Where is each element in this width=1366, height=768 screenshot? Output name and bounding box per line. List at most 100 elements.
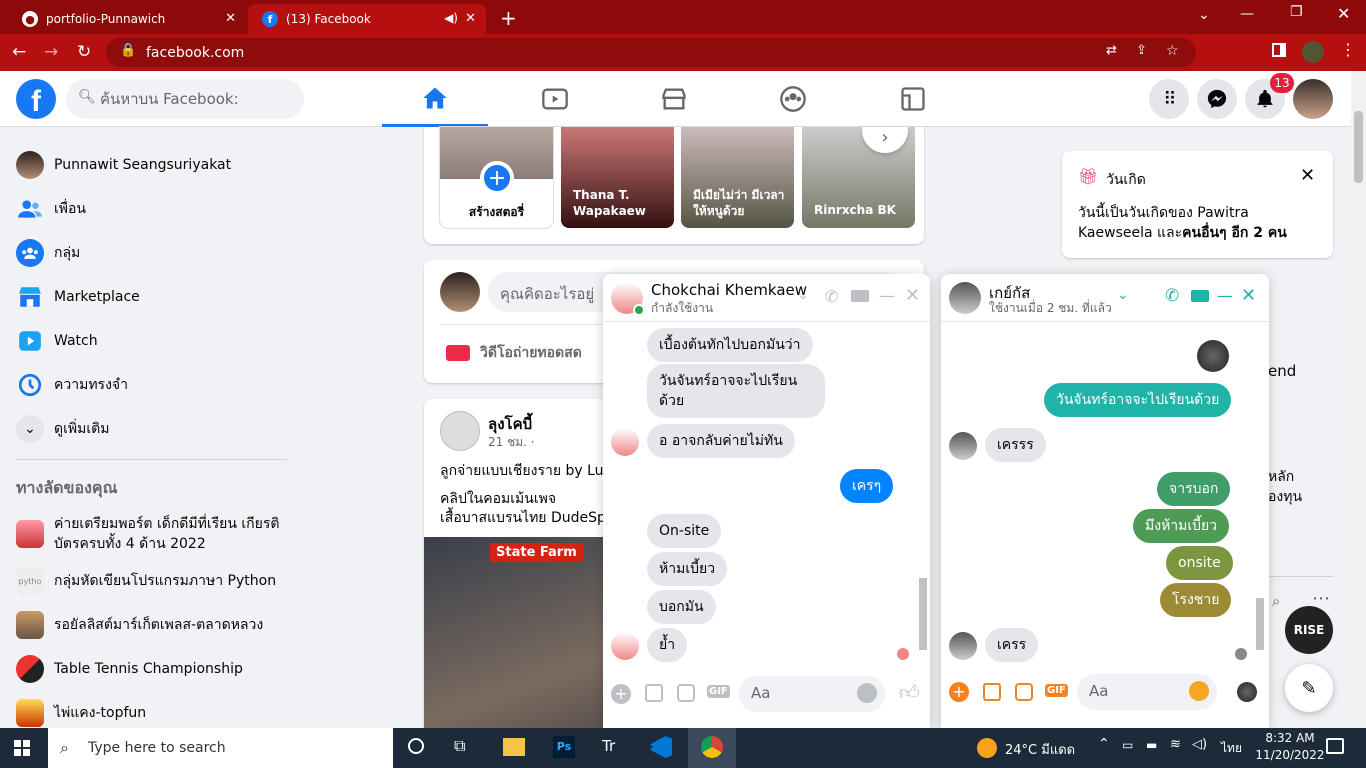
chevron-down-icon[interactable]: ⌄	[1117, 287, 1129, 303]
profile-avatar[interactable]	[1302, 41, 1324, 63]
nav-gaming[interactable]	[860, 71, 966, 127]
page-scrollbar[interactable]	[1351, 71, 1366, 732]
message-bubble[interactable]: วันจันทร์อาจจะไปเรียนด้วย	[1044, 383, 1232, 417]
new-message-button[interactable]: ✎	[1285, 664, 1333, 712]
message-bubble[interactable]: จารบอก	[1157, 472, 1231, 506]
close-icon[interactable]: ✕	[465, 11, 476, 26]
chat-header[interactable]: เกย์กัส ใช้งานเมื่อ 2 ชม. ที่แล้ว ⌄ ✆ — …	[941, 274, 1269, 322]
scrollbar-thumb[interactable]	[1354, 111, 1363, 183]
photo-icon[interactable]	[645, 684, 663, 702]
minimize-button[interactable]: —	[1240, 6, 1254, 22]
chevron-down-icon[interactable]: ⌄	[1198, 7, 1210, 23]
create-story-card[interactable]: + สร้างสตอรี่	[440, 127, 553, 228]
message-bubble[interactable]: onsite	[1166, 546, 1233, 580]
network-icon[interactable]: ▭	[1122, 738, 1133, 752]
message-bubble[interactable]: วันจันทร์อาจจะไปเรียนด้วย	[647, 364, 825, 418]
message-bubble[interactable]: โรงชาย	[1160, 583, 1232, 617]
side-panel-icon[interactable]	[1272, 43, 1286, 57]
back-icon[interactable]: ←	[12, 42, 26, 62]
messenger-button[interactable]	[1197, 79, 1237, 119]
birthday-text[interactable]: วันนี้เป็นวันเกิดของ Pawitra Kaewseela แ…	[1078, 203, 1324, 243]
close-window-button[interactable]: ✕	[1337, 4, 1350, 23]
video-call-icon[interactable]	[851, 290, 869, 302]
chevron-down-icon[interactable]: ⌄	[797, 287, 809, 303]
facebook-logo[interactable]: f	[16, 79, 56, 119]
shortcut-item[interactable]: pytho กลุ่มหัดเขียนโปรแกรมภาษา Python	[16, 561, 276, 601]
close-icon[interactable]: ✕	[1241, 285, 1256, 306]
shortcut-item[interactable]: Table Tennis Championship	[16, 649, 243, 689]
volume-icon[interactable]: ◁)	[1192, 737, 1207, 752]
reload-icon[interactable]: ↻	[77, 42, 91, 62]
video-call-icon[interactable]	[1191, 290, 1209, 302]
message-input[interactable]: Aa	[1077, 674, 1217, 710]
file-explorer-icon[interactable]	[503, 738, 525, 756]
shortcut-item[interactable]: รอยัลลิสต์มาร์เก็ตเพลส-ตลาดหลวง	[16, 605, 263, 645]
author-avatar[interactable]	[440, 411, 480, 451]
photo-icon[interactable]	[983, 683, 1001, 701]
typora-icon[interactable]: Tr	[602, 737, 615, 755]
scrollbar-thumb[interactable]	[1256, 598, 1264, 650]
message-input[interactable]: Aa	[739, 676, 885, 712]
notification-center-icon[interactable]	[1326, 738, 1344, 754]
star-icon[interactable]: ☆	[1166, 43, 1179, 59]
sticker-icon[interactable]	[677, 684, 695, 702]
clock-time[interactable]: 8:32 AM	[1260, 731, 1320, 745]
wifi-icon[interactable]: ≋	[1170, 737, 1181, 752]
task-view-icon[interactable]: ⧉	[454, 736, 465, 756]
sidebar-item-groups[interactable]: กลุ่ม	[16, 233, 80, 273]
nav-watch[interactable]	[502, 71, 608, 127]
plus-icon[interactable]: +	[949, 682, 969, 702]
message-bubble[interactable]: มึงห้ามเบี้ยว	[1133, 509, 1230, 543]
shortcut-item[interactable]: ไพ่แคง-topfun	[16, 693, 146, 733]
minimize-icon[interactable]: —	[1217, 286, 1233, 305]
menu-button[interactable]: ⠿	[1149, 79, 1189, 119]
emoji-icon[interactable]	[857, 683, 877, 703]
photoshop-icon[interactable]: Ps	[553, 736, 575, 758]
gif-icon[interactable]: GIF	[707, 685, 730, 698]
message-bubble[interactable]: บอกมัน	[647, 590, 716, 624]
chevron-up-icon[interactable]: ⌃	[1098, 736, 1110, 752]
message-bubble[interactable]: เบื้องต้นทักไปบอกมันว่า	[647, 328, 813, 362]
speaker-icon[interactable]: ◀)	[444, 11, 458, 25]
sidebar-item-see-more[interactable]: ⌄ ดูเพิ่มเติม	[16, 409, 109, 449]
share-icon[interactable]: ⇪	[1136, 43, 1147, 58]
more-menu-icon[interactable]: ⋮	[1340, 40, 1356, 59]
message-bubble[interactable]: เครรร	[985, 428, 1046, 462]
message-bubble[interactable]: ย้ำ	[647, 628, 688, 662]
clock-date[interactable]: 11/20/2022	[1254, 748, 1326, 762]
minimize-icon[interactable]: —	[879, 286, 895, 305]
shortcut-item[interactable]: ค่ายเตรียมพอร์ต เด็กดีมีที่เรียน เกียรติ…	[16, 512, 306, 556]
battery-icon[interactable]: ▬	[1146, 738, 1157, 752]
restore-button[interactable]: ❐	[1290, 4, 1303, 20]
close-icon[interactable]: ✕	[225, 11, 236, 26]
story-card[interactable]: Thana T. Wapakaew	[561, 127, 674, 228]
message-bubble[interactable]: ห้ามเบี้ยว	[647, 552, 728, 586]
url-field[interactable]: 🔒 facebook.com ☆ ⇄ ⇪	[106, 38, 1196, 67]
tab-facebook[interactable]: f (13) Facebook ◀) ✕	[248, 4, 486, 34]
nav-marketplace[interactable]	[621, 71, 727, 127]
forward-icon[interactable]: →	[44, 42, 58, 62]
gif-icon[interactable]: GIF	[1045, 684, 1068, 697]
translate-icon[interactable]: ⇄	[1106, 43, 1117, 58]
phone-icon[interactable]: ✆	[825, 287, 838, 306]
sidebar-item-marketplace[interactable]: Marketplace	[16, 277, 140, 317]
search-icon[interactable]: ⌕	[1272, 592, 1280, 610]
thumbs-up-icon[interactable]: 👍︎	[899, 680, 920, 705]
message-bubble[interactable]: อ อาจกลับค่ายไม่ทัน	[647, 424, 795, 458]
vscode-icon[interactable]	[650, 736, 672, 758]
message-bubble[interactable]: เครร	[985, 628, 1039, 662]
scrollbar-thumb[interactable]	[919, 578, 927, 650]
message-bubble[interactable]: On-site	[647, 514, 722, 548]
close-icon[interactable]: ✕	[1300, 165, 1315, 186]
sticker-icon[interactable]	[1015, 683, 1033, 701]
chat-scrollbar[interactable]	[1254, 326, 1266, 666]
story-card[interactable]: มีเมียไม่ว่า มีเวลาให้หนูด้วย	[681, 127, 794, 228]
nav-home[interactable]	[382, 71, 488, 127]
phone-icon[interactable]: ✆	[1165, 286, 1179, 306]
sidebar-item-memories[interactable]: ความทรงจำ	[16, 365, 128, 405]
chat-scrollbar[interactable]	[917, 326, 929, 666]
message-bubble[interactable]: เครๆ	[840, 469, 894, 503]
cortana-icon[interactable]	[408, 738, 424, 754]
quick-reaction-icon[interactable]	[1237, 682, 1257, 702]
taskbar-search[interactable]: ⌕ Type here to search	[48, 728, 393, 768]
